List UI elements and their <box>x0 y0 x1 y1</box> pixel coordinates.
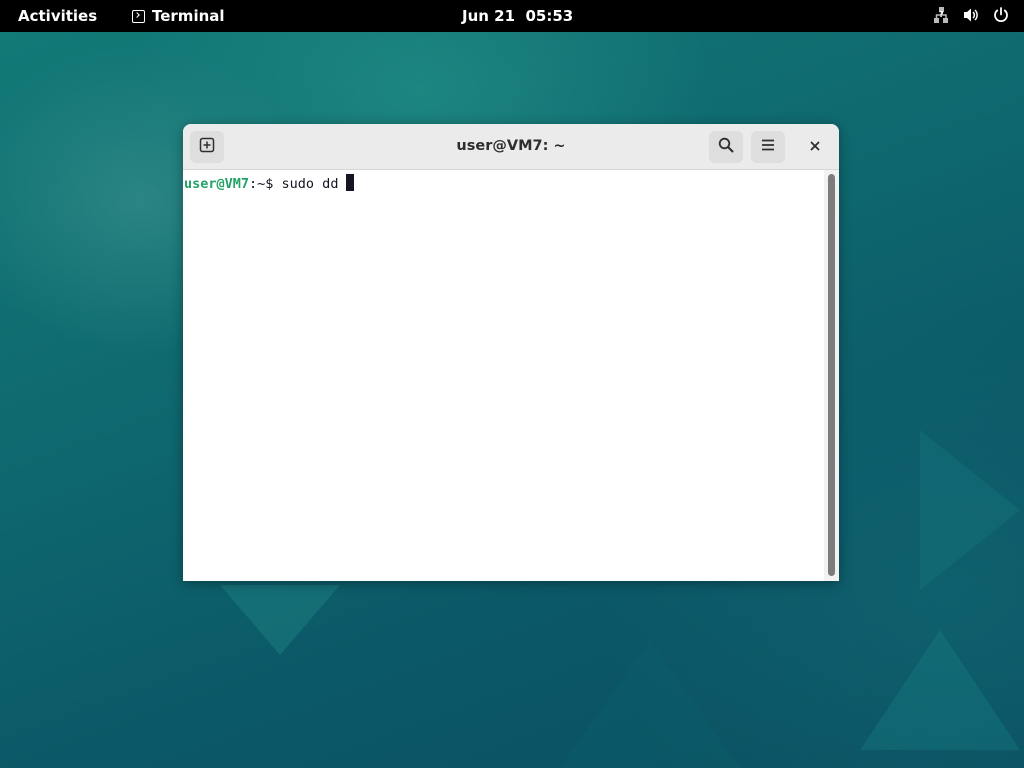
app-menu-button[interactable]: Terminal <box>132 7 225 25</box>
close-button[interactable] <box>805 137 825 157</box>
clock[interactable]: Jun 21 05:53 <box>462 7 573 25</box>
search-button[interactable] <box>709 131 743 163</box>
terminal-icon <box>132 9 145 23</box>
main-menu-button[interactable] <box>751 131 785 163</box>
app-menu-label: Terminal <box>152 7 225 25</box>
power-icon[interactable] <box>992 6 1010 24</box>
activities-button[interactable]: Activities <box>18 7 97 25</box>
prompt-path: :~$ <box>249 176 282 192</box>
wallpaper-facet <box>920 430 1020 590</box>
prompt-line: user@VM7:~$ sudo dd <box>184 174 355 193</box>
prompt-user-host: user@VM7 <box>184 176 250 192</box>
svg-text:?: ? <box>939 10 944 19</box>
wallpaper-facet <box>220 585 340 655</box>
terminal-window[interactable]: user@VM7: ~ user@VM7:~$ sudo dd <box>183 124 839 581</box>
volume-icon[interactable] <box>962 6 980 24</box>
scrollbar[interactable] <box>824 170 839 581</box>
close-icon <box>809 138 821 156</box>
system-tray[interactable]: ? <box>932 6 1010 24</box>
terminal-output[interactable]: user@VM7:~$ sudo dd <box>183 170 824 581</box>
command-text: sudo dd <box>281 176 339 192</box>
scrollbar-thumb[interactable] <box>828 174 835 576</box>
wallpaper-facet <box>860 630 1020 750</box>
hamburger-menu-icon <box>760 137 776 157</box>
wallpaper-facet <box>560 640 740 768</box>
top-bar: Activities Terminal Jun 21 05:53 ? <box>0 0 1024 32</box>
network-icon[interactable]: ? <box>932 6 950 24</box>
search-icon <box>718 137 734 157</box>
text-cursor <box>346 174 355 191</box>
window-headerbar[interactable]: user@VM7: ~ <box>183 124 839 170</box>
